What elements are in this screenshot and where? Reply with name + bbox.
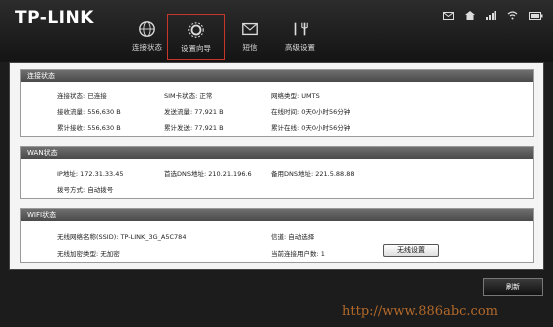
rx-traffic: 接收流量: 556,630 B <box>57 108 121 116</box>
nav-label: 连接状态 <box>132 43 162 52</box>
wifi-channel: 信道: 自动选择 <box>271 233 315 241</box>
nav-label: 设置向导 <box>181 44 211 53</box>
nav-label: 高级设置 <box>285 43 315 52</box>
gear-icon <box>188 22 204 38</box>
mail-icon <box>242 22 258 36</box>
section-title: WIFI状态 <box>21 209 533 221</box>
globe-icon <box>139 21 155 37</box>
total-online: 累计在线: 0天0小时56分钟 <box>271 124 351 132</box>
signal-icon <box>485 5 496 24</box>
network-type: 网络类型: UMTS <box>271 92 320 100</box>
top-bar: TP-LINK 连接状态 设置向导 短信 高级设置 <box>0 0 553 62</box>
wifi-icon <box>507 5 518 24</box>
connection-state: 连接状态: 已连接 <box>57 92 107 100</box>
wifi-status-section: WIFI状态 无线网络名称(SSID): TP-LINK_3G_A5C784 信… <box>20 208 534 263</box>
nav-setup-wizard[interactable]: 设置向导 <box>167 14 225 60</box>
nav-advanced-settings[interactable]: 高级设置 <box>271 14 329 60</box>
battery-icon <box>529 5 543 24</box>
wifi-ssid: 无线网络名称(SSID): TP-LINK_3G_A5C784 <box>57 233 187 241</box>
sim-status: SIM卡状态: 正常 <box>164 92 213 100</box>
ip-address: IP地址: 172.31.33.45 <box>57 170 124 178</box>
connection-status-section: 连接状态 连接状态: 已连接 SIM卡状态: 正常 网络类型: UMTS 接收流… <box>20 69 534 137</box>
primary-dns: 首选DNS地址: 210.21.196.6 <box>164 170 252 178</box>
section-title: WAN状态 <box>21 147 533 159</box>
wan-status-section: WAN状态 IP地址: 172.31.33.45 首选DNS地址: 210.21… <box>20 146 534 199</box>
wifi-encryption: 无线加密类型: 无加密 <box>57 250 120 258</box>
tp-link-logo: TP-LINK <box>15 8 94 28</box>
wireless-settings-button[interactable]: 无线设置 <box>383 244 439 257</box>
secondary-dns: 备用DNS地址: 221.5.88.88 <box>271 170 355 178</box>
section-title: 连接状态 <box>21 70 533 82</box>
total-tx: 累计发送: 77,921 B <box>164 124 224 132</box>
tx-traffic: 发送流量: 77,921 B <box>164 108 224 116</box>
main-panel: 连接状态 连接状态: 已连接 SIM卡状态: 正常 网络类型: UMTS 接收流… <box>9 62 544 270</box>
mail-icon <box>442 5 454 24</box>
refresh-button[interactable]: 刷新 <box>483 278 543 296</box>
dial-mode: 拨号方式: 自动拨号 <box>57 186 114 194</box>
tools-icon <box>294 22 308 36</box>
status-icons <box>437 5 543 24</box>
watermark-text: http://www.886abc.com <box>342 304 498 319</box>
online-time: 在线时间: 0天0小时56分钟 <box>271 108 351 116</box>
home-icon <box>464 5 475 24</box>
nav-label: 短信 <box>242 43 258 52</box>
total-rx: 累计接收: 556,630 B <box>57 124 121 132</box>
wifi-connected-users: 当前连接用户数: 1 <box>271 250 325 258</box>
